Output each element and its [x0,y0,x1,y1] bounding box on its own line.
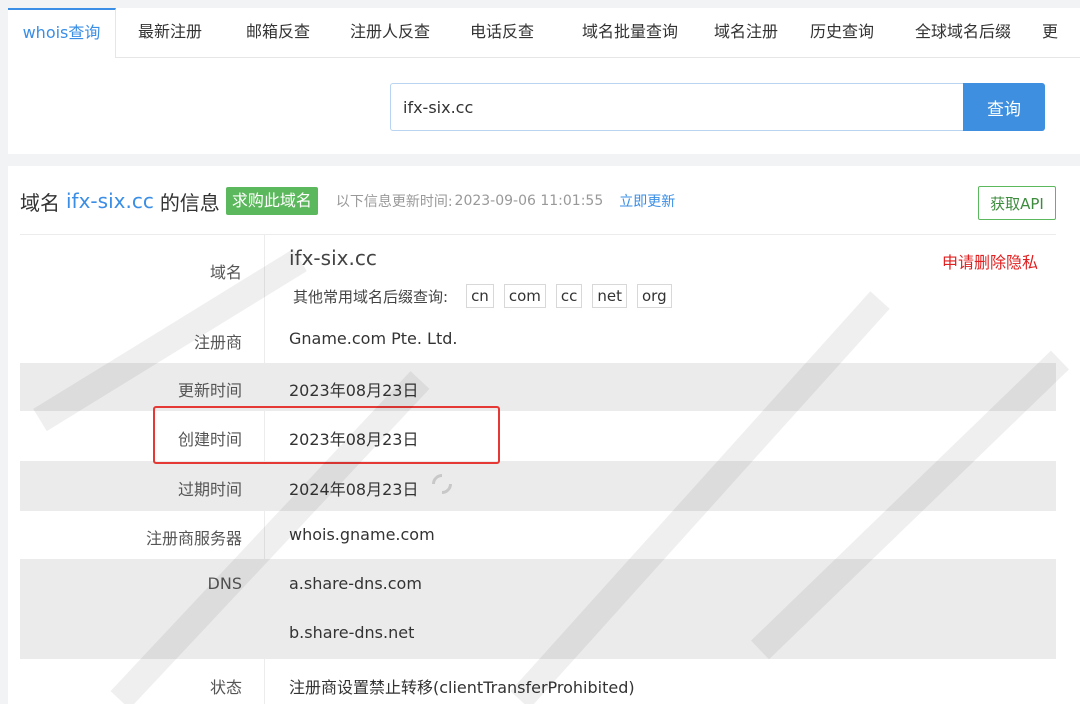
search-button[interactable]: 查询 [963,83,1045,131]
tab-more[interactable]: 更 [1030,8,1080,58]
dns-value-1: a.share-dns.com [289,574,422,593]
tab-history[interactable]: 历史查询 [788,8,896,58]
update-time-value: 2023-09-06 11:01:55 [454,193,604,209]
update-time-label: 以下信息更新时间: [335,194,453,210]
tab-global-suffix[interactable]: 全球域名后缀 [896,8,1030,58]
domain-value: ifx-six.cc [289,246,377,270]
title-domain-link[interactable]: ifx-six.cc [66,189,154,213]
dns-label: DNS [207,574,242,593]
row-registrar: 注册商 Gname.com Pte. Ltd. [20,315,1056,363]
suffix-label: 其他常用域名后缀查询: [293,287,449,306]
tab-latest-registered[interactable]: 最新注册 [116,8,224,58]
get-api-button[interactable]: 获取API [978,186,1056,220]
dns-value-2: b.share-dns.net [289,623,415,642]
created-date-highlight [153,406,500,464]
tab-phone-reverse[interactable]: 电话反查 [448,8,556,58]
status-label: 状态 [209,678,242,697]
title-prefix: 域名 [20,190,60,215]
row-dns: DNS a.share-dns.com b.share-dns.net [20,559,1056,659]
tab-domain-register[interactable]: 域名注册 [704,8,788,58]
tab-email-reverse[interactable]: 邮箱反查 [224,8,332,58]
whois-server-label: 注册商服务器 [145,529,242,548]
suffix-org-link[interactable]: org [637,284,672,308]
expires-label: 过期时间 [177,480,242,499]
row-updated: 更新时间 2023年08月23日 [20,363,1056,411]
tab-registrant-reverse[interactable]: 注册人反查 [332,8,448,58]
whois-server-value: whois.gname.com [289,525,435,544]
expires-value: 2024年08月23日 [289,480,419,499]
registrar-label: 注册商 [193,333,242,352]
suffix-query: 其他常用域名后缀查询: cn com cc net org [293,284,682,308]
suffix-com-link[interactable]: com [503,284,546,308]
updated-value: 2023年08月23日 [289,381,419,400]
tab-bulk-query[interactable]: 域名批量查询 [556,8,704,58]
suffix-cn-link[interactable]: cn [466,284,494,308]
search-panel: 查询 [8,58,1080,154]
row-whois-server: 注册商服务器 whois.gname.com [20,511,1056,559]
update-now-link[interactable]: 立即更新 [619,191,675,211]
row-expires: 过期时间 2024年08月23日 [20,461,1056,511]
title-suffix: 的信息 [159,190,220,215]
info-title: 域名 ifx-six.cc 的信息 求购此域名 以下信息更新时间: 2023-0… [20,184,675,218]
tab-whois[interactable]: whois查询 [8,8,116,58]
registrar-value: Gname.com Pte. Ltd. [289,329,458,348]
row-status: 状态 注册商设置禁止转移(clientTransferProhibited) [20,659,1056,704]
search-input[interactable] [390,83,964,131]
buy-domain-button[interactable]: 求购此域名 [225,187,318,215]
domain-label: 域名 [209,263,242,282]
status-value: 注册商设置禁止转移(clientTransferProhibited) [289,678,635,697]
updated-label: 更新时间 [177,381,242,400]
delete-privacy-link[interactable]: 申请删除隐私 [942,249,1038,273]
suffix-cc-link[interactable]: cc [555,284,583,308]
nav-tabs: whois查询 最新注册 邮箱反查 注册人反查 电话反查 域名批量查询 域名注册… [8,8,1080,58]
suffix-net-link[interactable]: net [592,284,627,308]
